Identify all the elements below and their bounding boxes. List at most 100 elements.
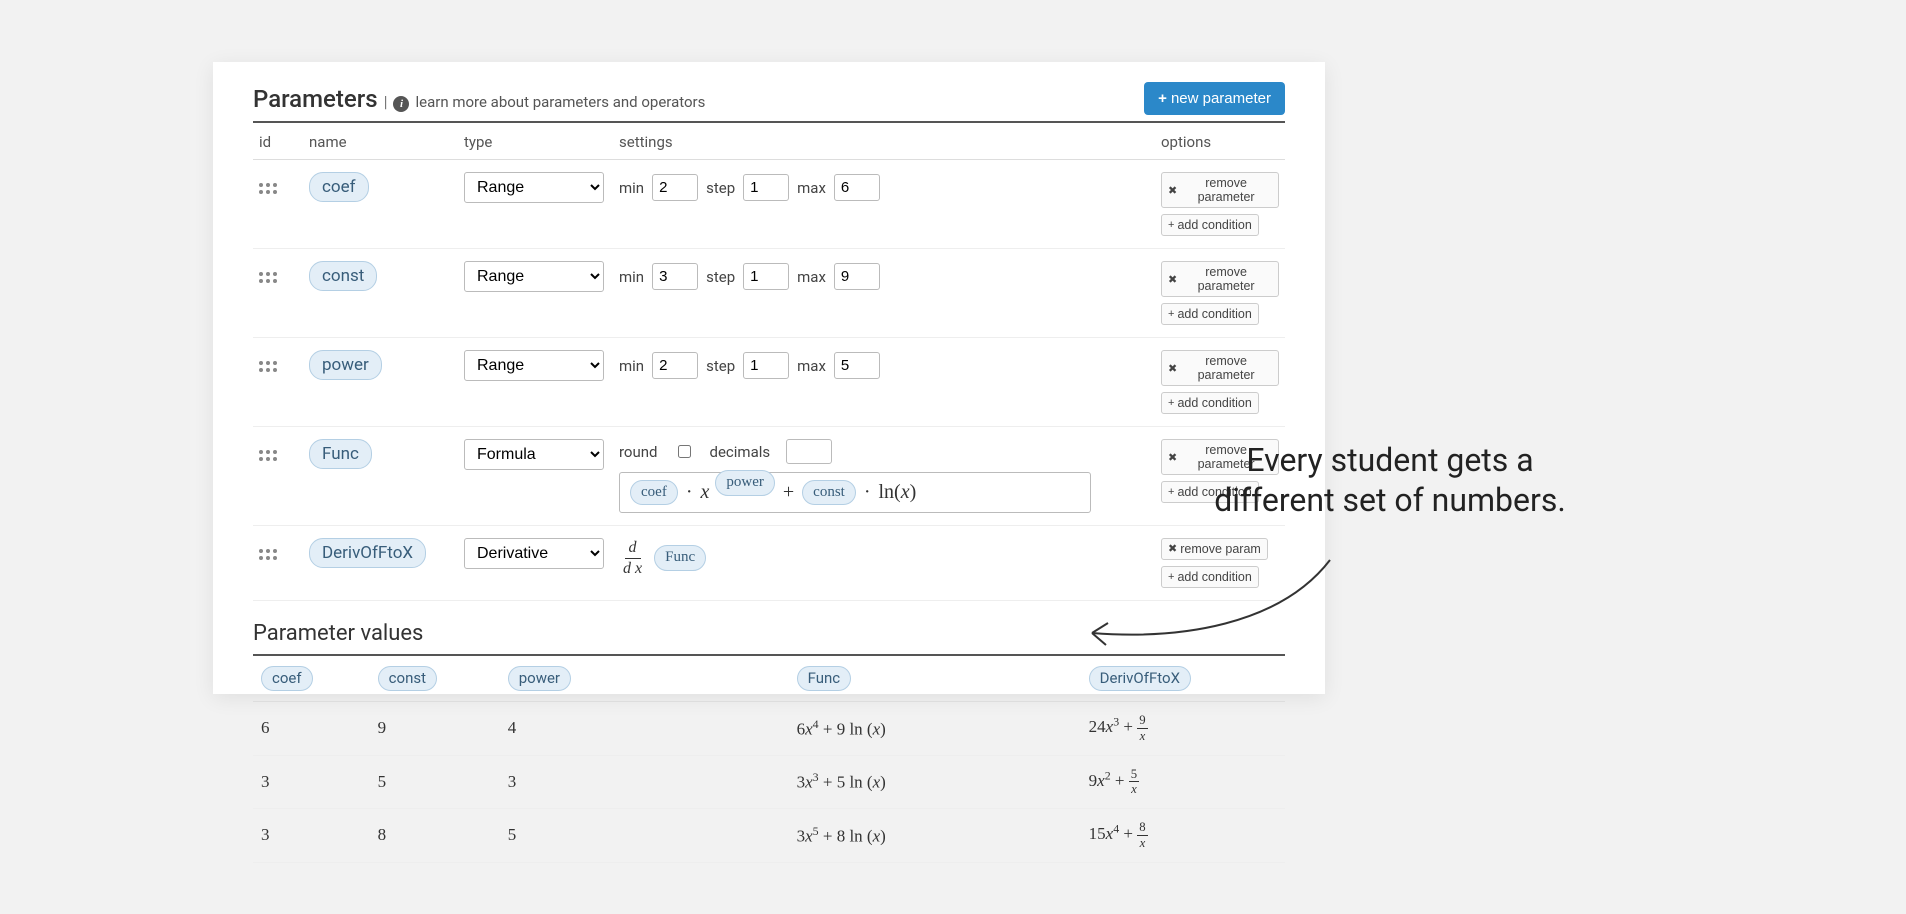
cell-coef: 6 [253, 702, 370, 756]
cell-power: 5 [500, 809, 637, 863]
col-name: name [303, 123, 458, 160]
title-divider: | [384, 92, 388, 111]
decimals-input[interactable] [786, 439, 832, 464]
param-name-pill[interactable]: DerivOfFtoX [309, 538, 426, 568]
param-name-pill[interactable]: coef [309, 172, 369, 202]
type-select[interactable]: Range [464, 172, 604, 203]
cell-deriv: 15x4 + 8x [1081, 809, 1285, 863]
step-label: step [706, 179, 735, 197]
col-settings: settings [613, 123, 1155, 160]
formula-token-coef[interactable]: coef [630, 480, 678, 506]
step-label: step [706, 357, 735, 375]
value-row: 6 9 4 6x4 + 9 ln (x) 24x3 + 9x [253, 702, 1285, 756]
learn-more-link[interactable]: learn more about parameters and operator… [415, 93, 705, 111]
drag-handle-icon[interactable] [259, 361, 277, 372]
plus-icon: + [1168, 486, 1174, 498]
min-label: min [619, 268, 644, 286]
cell-coef: 3 [253, 755, 370, 809]
callout-arrow-icon [1080, 545, 1340, 655]
round-checkbox[interactable] [678, 445, 691, 458]
cell-deriv: 9x2 + 5x [1081, 755, 1285, 809]
value-row: 3 8 5 3x5 + 8 ln (x) 15x4 + 8x [253, 809, 1285, 863]
min-label: min [619, 179, 644, 197]
param-name-pill[interactable]: const [309, 261, 377, 291]
add-condition-button[interactable]: +add condition [1161, 214, 1259, 236]
decimals-label: decimals [710, 443, 771, 461]
new-parameter-label: new parameter [1171, 90, 1271, 107]
param-row-const: const Range min step max [253, 249, 1285, 338]
section-title: Parameters [253, 85, 378, 113]
cell-deriv: 24x3 + 9x [1081, 702, 1285, 756]
type-select[interactable]: Range [464, 350, 604, 381]
type-select[interactable]: Range [464, 261, 604, 292]
info-icon[interactable]: i [393, 96, 409, 112]
drag-handle-icon[interactable] [259, 549, 277, 560]
new-parameter-button[interactable]: + new parameter [1144, 82, 1285, 115]
formula-token-power[interactable]: power [715, 470, 775, 496]
max-input[interactable] [834, 263, 880, 290]
remove-icon: ✖ [1168, 451, 1177, 464]
cell-func: 6x4 + 9 ln (x) [637, 702, 1081, 756]
step-label: step [706, 268, 735, 286]
max-label: max [797, 357, 826, 375]
add-condition-button[interactable]: +add condition [1161, 303, 1259, 325]
cell-const: 8 [370, 809, 500, 863]
drag-handle-icon[interactable] [259, 272, 277, 283]
section-header: Parameters | i learn more about paramete… [253, 82, 1285, 123]
annotation-callout: Every student gets a different set of nu… [1210, 440, 1570, 520]
drag-handle-icon[interactable] [259, 183, 277, 194]
round-label: round [619, 443, 658, 461]
parameters-table: id name type settings options coef Range [253, 123, 1285, 601]
param-name-pill[interactable]: power [309, 350, 382, 380]
plus-icon: + [1158, 90, 1167, 107]
cell-power: 4 [500, 702, 637, 756]
col-id: id [253, 123, 303, 160]
value-row: 3 5 3 3x3 + 5 ln (x) 9x2 + 5x [253, 755, 1285, 809]
param-row-power: power Range min step max [253, 338, 1285, 427]
type-select[interactable]: Derivative [464, 538, 604, 569]
remove-parameter-button[interactable]: ✖remove parameter [1161, 261, 1279, 297]
derivative-target-pill[interactable]: Func [654, 545, 706, 571]
cell-func: 3x5 + 8 ln (x) [637, 809, 1081, 863]
parameter-values-table: coef const power Func DerivOfFtoX 6 9 4 … [253, 656, 1285, 863]
cell-const: 5 [370, 755, 500, 809]
cell-power: 3 [500, 755, 637, 809]
max-input[interactable] [834, 174, 880, 201]
step-input[interactable] [743, 174, 789, 201]
col-options: options [1155, 123, 1285, 160]
param-row-coef: coef Range min step max [253, 160, 1285, 249]
type-select[interactable]: Formula [464, 439, 604, 470]
min-input[interactable] [652, 174, 698, 201]
add-condition-button[interactable]: +add condition [1161, 392, 1259, 414]
plus-icon: + [1168, 219, 1174, 231]
remove-icon: ✖ [1168, 362, 1177, 375]
value-col-power: power [508, 666, 571, 692]
value-col-deriv: DerivOfFtoX [1089, 666, 1191, 692]
formula-input[interactable]: coef · x power + const · ln(x) [619, 472, 1091, 513]
cell-func: 3x3 + 5 ln (x) [637, 755, 1081, 809]
col-type: type [458, 123, 613, 160]
param-name-pill[interactable]: Func [309, 439, 372, 469]
param-row-func: Func Formula round decimals coef · x [253, 427, 1285, 526]
step-input[interactable] [743, 263, 789, 290]
drag-handle-icon[interactable] [259, 450, 277, 461]
value-col-coef: coef [261, 666, 313, 692]
cell-coef: 3 [253, 809, 370, 863]
min-input[interactable] [652, 263, 698, 290]
cell-const: 9 [370, 702, 500, 756]
derivative-expression: dd x Func [619, 540, 1149, 577]
remove-parameter-button[interactable]: ✖remove parameter [1161, 350, 1279, 386]
min-input[interactable] [652, 352, 698, 379]
formula-token-const[interactable]: const [802, 480, 856, 506]
max-input[interactable] [834, 352, 880, 379]
remove-icon: ✖ [1168, 184, 1177, 197]
plus-icon: + [1168, 308, 1174, 320]
value-col-const: const [378, 666, 437, 692]
value-col-func: Func [797, 666, 852, 692]
max-label: max [797, 268, 826, 286]
step-input[interactable] [743, 352, 789, 379]
remove-parameter-button[interactable]: ✖remove parameter [1161, 172, 1279, 208]
min-label: min [619, 357, 644, 375]
plus-icon: + [1168, 397, 1174, 409]
max-label: max [797, 179, 826, 197]
